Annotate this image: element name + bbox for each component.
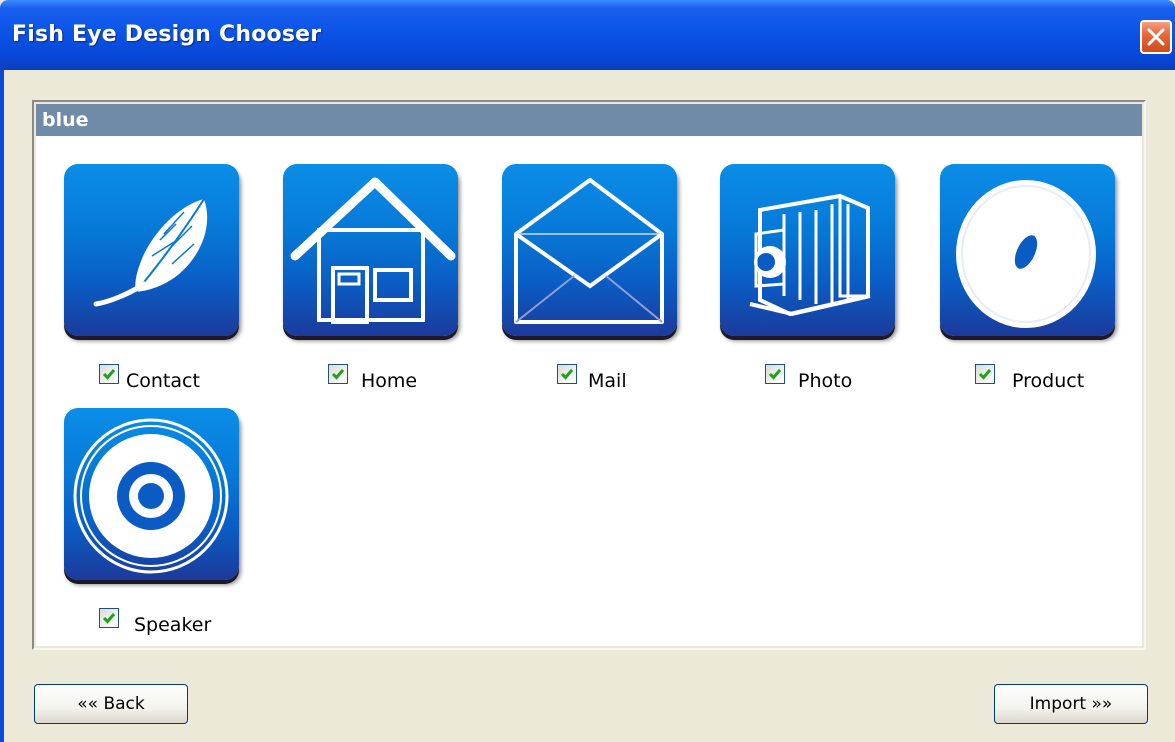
design-item-contact: Contact: [64, 164, 274, 404]
checkbox-mail[interactable]: [557, 364, 577, 384]
design-tile-speaker[interactable]: [64, 408, 239, 580]
checkbox-contact[interactable]: [99, 364, 119, 384]
design-tile-contact[interactable]: [64, 164, 239, 336]
title-bar[interactable]: Fish Eye Design Chooser: [0, 0, 1175, 70]
house-icon: [290, 177, 456, 324]
group-header: blue: [36, 104, 1142, 136]
import-button[interactable]: Import »»: [994, 684, 1148, 724]
checkbox-label-product[interactable]: Product: [1012, 370, 1084, 392]
checkbox-speaker[interactable]: [99, 608, 119, 628]
checkmark-icon: [978, 369, 992, 380]
design-item-photo: Photo: [720, 164, 930, 404]
design-item-home: Home: [283, 164, 493, 404]
window-title: Fish Eye Design Chooser: [12, 22, 322, 47]
checkmark-icon: [102, 369, 116, 380]
camera-icon: [749, 193, 871, 317]
speaker-icon: [73, 418, 229, 574]
checkmark-icon: [768, 369, 782, 380]
envelope-icon: [514, 178, 664, 324]
design-tile-photo[interactable]: [720, 164, 895, 336]
checkbox-photo[interactable]: [765, 364, 785, 384]
design-item-speaker: Speaker: [64, 408, 274, 638]
design-tile-mail[interactable]: [502, 164, 677, 336]
checkbox-product[interactable]: [975, 364, 995, 384]
back-button[interactable]: «« Back: [34, 684, 188, 724]
checkmark-icon: [560, 369, 574, 380]
checkbox-label-speaker[interactable]: Speaker: [134, 614, 211, 636]
checkbox-label-photo[interactable]: Photo: [798, 370, 852, 392]
checkbox-label-mail[interactable]: Mail: [588, 370, 627, 392]
design-list: blue Contact Home Mail Photo Product Spe…: [36, 104, 1142, 646]
close-icon: [1147, 28, 1165, 46]
checkbox-home[interactable]: [328, 364, 348, 384]
design-item-mail: Mail: [502, 164, 712, 404]
checkmark-icon: [331, 369, 345, 380]
dialog-window: Fish Eye Design Chooser blue Contact Hom…: [0, 0, 1175, 742]
checkmark-icon: [102, 613, 116, 624]
design-list-panel: blue Contact Home Mail Photo Product Spe…: [32, 100, 1146, 650]
design-tile-home[interactable]: [283, 164, 458, 336]
disc-icon: [956, 180, 1096, 328]
checkbox-label-contact[interactable]: Contact: [126, 370, 200, 392]
design-tile-product[interactable]: [940, 164, 1115, 336]
checkbox-label-home[interactable]: Home: [361, 370, 417, 392]
feather-icon: [93, 198, 208, 307]
window-border: [0, 70, 4, 742]
close-button[interactable]: [1140, 20, 1172, 54]
design-item-product: Product: [940, 164, 1150, 404]
